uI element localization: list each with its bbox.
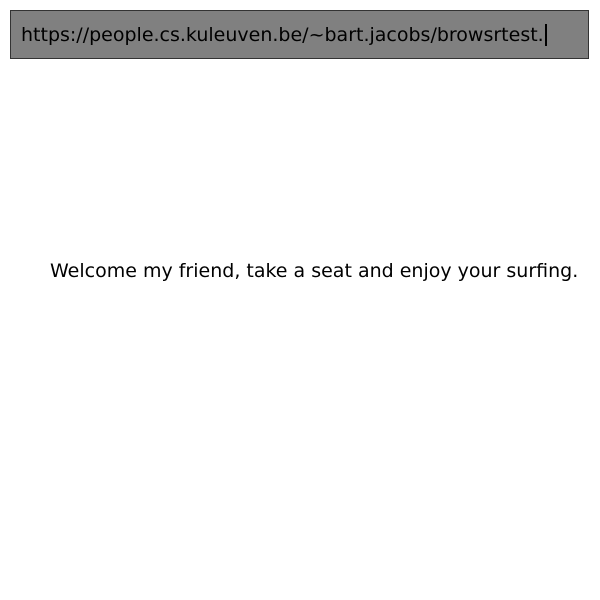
url-text: https://people.cs.kuleuven.be/~bart.jaco… — [21, 23, 544, 46]
text-caret — [544, 23, 547, 46]
address-bar[interactable]: https://people.cs.kuleuven.be/~bart.jaco… — [10, 10, 589, 59]
welcome-message: Welcome my friend, take a seat and enjoy… — [50, 260, 579, 282]
